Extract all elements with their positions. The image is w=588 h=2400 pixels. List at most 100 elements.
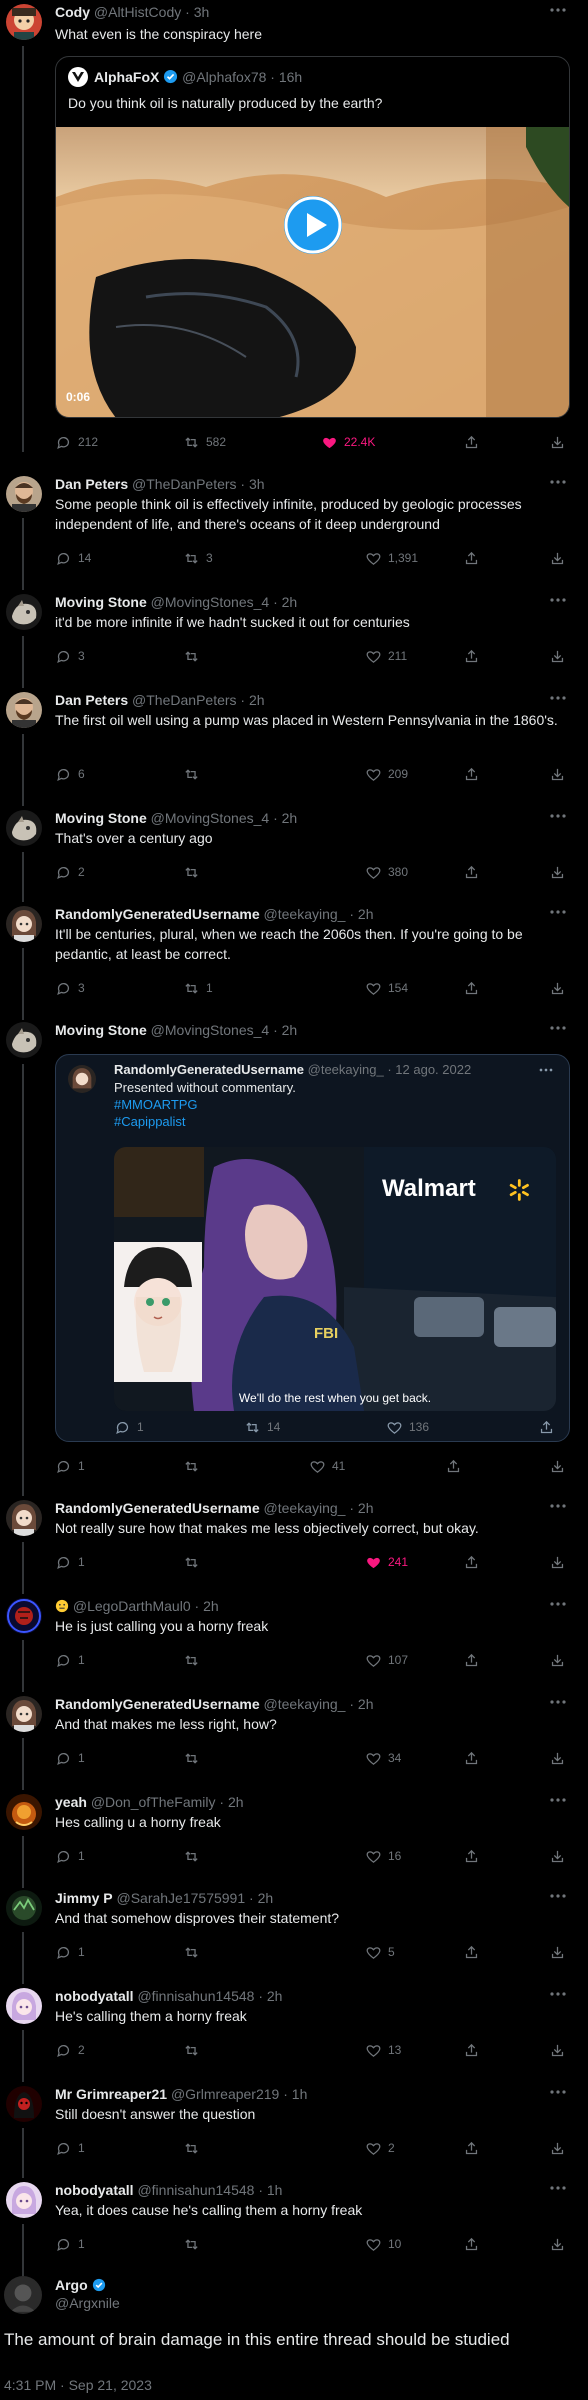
avatar-yeah[interactable]: [6, 1794, 42, 1830]
author-name[interactable]: nobodyatall: [55, 1988, 134, 2004]
author-handle[interactable]: @LegoDarthMaul0: [73, 1598, 191, 1614]
author-name[interactable]: Moving Stone: [55, 1022, 147, 1038]
timestamp[interactable]: 2h: [358, 1500, 374, 1516]
author-handle[interactable]: @finnisahun14548: [137, 2182, 254, 2198]
like-button[interactable]: 241: [365, 1552, 408, 1572]
like-button[interactable]: 5: [365, 1942, 395, 1962]
repost-button[interactable]: 14: [244, 1417, 280, 1437]
share-button[interactable]: [463, 1650, 486, 1670]
timestamp[interactable]: 2h: [203, 1598, 219, 1614]
avatar-rgu[interactable]: [6, 906, 42, 942]
download-button[interactable]: [549, 1456, 572, 1476]
tweet-yeah[interactable]: yeah @Don_ofTheFamily · 2h Hes calling u…: [0, 1790, 588, 1888]
more-icon[interactable]: [548, 476, 568, 488]
share-button[interactable]: [463, 862, 486, 882]
like-button[interactable]: 154: [365, 978, 408, 998]
like-button[interactable]: 1,391: [365, 548, 418, 568]
reply-button[interactable]: 1: [55, 1942, 85, 1962]
reply-button[interactable]: 1: [55, 1748, 85, 1768]
author-name[interactable]: nobodyatall: [55, 2182, 134, 2198]
share-button[interactable]: [463, 1846, 486, 1866]
like-button[interactable]: 2: [365, 2138, 395, 2158]
author-name[interactable]: Mr Grimreaper21: [55, 2086, 167, 2102]
reply-button[interactable]: 1: [55, 1650, 85, 1670]
avatar-rgu[interactable]: [6, 1696, 42, 1732]
more-icon[interactable]: [548, 594, 568, 606]
tweet-grimreaper[interactable]: Mr Grimreaper21 @Grlmreaper219 · 1h Stil…: [0, 2082, 588, 2178]
author-handle[interactable]: @TheDanPeters: [132, 692, 236, 708]
quoted-author-handle[interactable]: @Alphafox78: [182, 69, 266, 85]
author-name[interactable]: RandomlyGeneratedUsername: [55, 906, 260, 922]
download-button[interactable]: [549, 1748, 572, 1768]
quoted-avatar-rgu[interactable]: [68, 1065, 96, 1093]
download-button[interactable]: [549, 1942, 572, 1962]
author-name[interactable]: Argo: [55, 2277, 88, 2293]
author-name[interactable]: Dan Peters: [55, 476, 128, 492]
author-handle[interactable]: @Argxnile: [55, 2294, 120, 2312]
repost-button[interactable]: [183, 1846, 206, 1866]
repost-button[interactable]: [183, 1748, 206, 1768]
repost-button[interactable]: [183, 1942, 206, 1962]
download-button[interactable]: [549, 432, 572, 452]
author-handle[interactable]: @teekaying_: [264, 906, 346, 922]
timestamp[interactable]: 2h: [258, 1890, 274, 1906]
repost-button[interactable]: [183, 2138, 206, 2158]
avatar-danpeters[interactable]: [6, 692, 42, 728]
repost-button[interactable]: [183, 764, 206, 784]
reply-button[interactable]: 212: [55, 432, 98, 452]
timestamp[interactable]: 2h: [249, 692, 265, 708]
author-handle[interactable]: @TheDanPeters: [132, 476, 236, 492]
repost-button[interactable]: [183, 1552, 206, 1572]
author-name[interactable]: RandomlyGeneratedUsername: [55, 1500, 260, 1516]
avatar-argo[interactable]: [4, 2276, 42, 2314]
reply-button[interactable]: 1: [55, 1552, 85, 1572]
avatar-alphafox[interactable]: [68, 67, 88, 87]
like-button[interactable]: 136: [386, 1417, 429, 1437]
author-name[interactable]: yeah: [55, 1794, 87, 1810]
avatar-grimreaper[interactable]: [6, 2086, 42, 2122]
download-button[interactable]: [549, 862, 572, 882]
author-name[interactable]: RandomlyGeneratedUsername: [55, 1696, 260, 1712]
download-button[interactable]: [549, 1650, 572, 1670]
repost-button[interactable]: [183, 1650, 206, 1670]
share-button[interactable]: [445, 1456, 468, 1476]
author-name[interactable]: Moving Stone: [55, 810, 147, 826]
more-icon[interactable]: [548, 2086, 568, 2098]
repost-button[interactable]: [183, 646, 206, 666]
avatar-legodarthmaul[interactable]: [6, 1598, 42, 1634]
author-name[interactable]: Cody: [55, 4, 90, 20]
author-handle[interactable]: @AltHistCody: [94, 4, 181, 20]
author-handle[interactable]: @teekaying_: [264, 1500, 346, 1516]
reply-button[interactable]: 14: [55, 548, 91, 568]
author-handle[interactable]: @finnisahun14548: [137, 1988, 254, 2004]
download-button[interactable]: [549, 646, 572, 666]
quoted-author-name[interactable]: AlphaFoX: [94, 69, 159, 85]
avatar-rgu[interactable]: [6, 1500, 42, 1536]
author-handle[interactable]: @SarahJe17575991: [116, 1890, 245, 1906]
author-handle[interactable]: @MovingStones_4: [151, 594, 270, 610]
more-icon[interactable]: [548, 1598, 568, 1610]
download-button[interactable]: [549, 978, 572, 998]
avatar-movingstone[interactable]: [6, 810, 42, 846]
download-button[interactable]: [549, 2138, 572, 2158]
reply-button[interactable]: 1: [55, 2234, 85, 2254]
tweet-movingstone-1[interactable]: Moving Stone @MovingStones_4 · 2h it'd b…: [0, 590, 588, 688]
like-button[interactable]: 10: [365, 2234, 401, 2254]
tweet-movingstone-3[interactable]: Moving Stone @MovingStones_4 · 2h Random…: [0, 1018, 588, 1496]
reply-button[interactable]: 1: [55, 2138, 85, 2158]
repost-button[interactable]: [183, 862, 206, 882]
timestamp[interactable]: 2h: [228, 1794, 244, 1810]
more-icon[interactable]: [548, 1794, 568, 1806]
avatar-nobodyatall[interactable]: [6, 1988, 42, 2024]
timestamp[interactable]: 2h: [358, 906, 374, 922]
download-button[interactable]: [549, 764, 572, 784]
like-button[interactable]: 22.4K: [321, 432, 375, 452]
reply-button[interactable]: 3: [55, 646, 85, 666]
like-button[interactable]: 209: [365, 764, 408, 784]
tweet-rgu-2[interactable]: RandomlyGeneratedUsername @teekaying_ · …: [0, 1496, 588, 1594]
quoted-timestamp[interactable]: 12 ago. 2022: [395, 1062, 471, 1077]
quoted-image[interactable]: Walmart FBI We'll do the rest when you g…: [114, 1147, 556, 1411]
download-button[interactable]: [549, 2040, 572, 2060]
avatar-movingstone[interactable]: [6, 1022, 42, 1058]
share-button[interactable]: [463, 1942, 486, 1962]
